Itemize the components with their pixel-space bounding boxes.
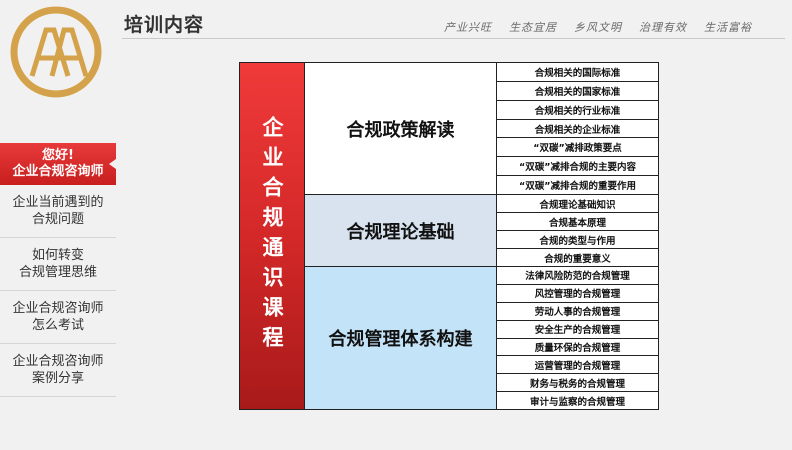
nav-item-ecology[interactable]: 生态宜居 (509, 19, 557, 35)
sidebar-item-exam[interactable]: 企业合规咨询师 怎么考试 (0, 291, 116, 344)
list-item: 风控管理的合规管理 (497, 284, 658, 303)
list-item: 财务与税务的合规管理 (497, 374, 658, 393)
list-item: 合规相关的国家标准 (497, 81, 658, 101)
sidebar-item-label: 合规管理思维 (18, 265, 97, 280)
course-title-cell: 企业合规通识课程 (240, 63, 305, 409)
top-nav: 产业兴旺 生态宜居 乡风文明 治理有效 生活富裕 (444, 19, 752, 35)
sidebar-item-label: 合规问题 (31, 212, 84, 227)
list-item: “双碳”减排合规的重要作用 (497, 176, 658, 195)
greeting-line1: 您好! (42, 148, 74, 163)
list-item: “双碳”减排政策要点 (497, 138, 658, 158)
nav-item-civility[interactable]: 乡风文明 (574, 19, 622, 35)
list-item: 合规相关的国际标准 (497, 63, 658, 82)
nav-item-governance[interactable]: 治理有效 (639, 19, 687, 35)
course-groups: 合规政策解读 合规相关的国际标准 合规相关的国家标准 合规相关的行业标准 合规相… (305, 63, 658, 409)
sidebar-item-label: 案例分享 (31, 371, 84, 386)
list-item: 审计与监察的合规管理 (497, 392, 658, 409)
sidebar-item-problems[interactable]: 企业当前遇到的 合规问题 (0, 185, 116, 238)
group-theory: 合规理论基础 合规理论基础知识 合规基本原理 合规的类型与作用 合规的重要意义 (305, 195, 658, 267)
group-title: 合规管理体系构建 (305, 267, 497, 409)
sidebar-item-cases[interactable]: 企业合规咨询师 案例分享 (0, 344, 116, 397)
list-item: 安全生产的合规管理 (497, 320, 658, 339)
header-divider (122, 38, 785, 39)
sidebar-item-label: 如何转变 (31, 248, 84, 263)
group-title: 合规理论基础 (305, 195, 497, 266)
sidebar: 您好! 企业合规咨询师 企业当前遇到的 合规问题 如何转变 合规管理思维 企业合… (0, 143, 116, 397)
list-item: 合规相关的行业标准 (497, 100, 658, 120)
group-items: 合规理论基础知识 合规基本原理 合规的类型与作用 合规的重要意义 (497, 195, 658, 266)
list-item: 劳动人事的合规管理 (497, 302, 658, 321)
sidebar-item-mindset[interactable]: 如何转变 合规管理思维 (0, 238, 116, 291)
course-table: 企业合规通识课程 合规政策解读 合规相关的国际标准 合规相关的国家标准 合规相关… (239, 62, 659, 410)
sidebar-item-label: 怎么考试 (31, 318, 84, 333)
sidebar-item-label: 企业合规咨询师 (12, 301, 104, 316)
list-item: 法律风险防范的合规管理 (497, 267, 658, 285)
page-title: 培训内容 (124, 14, 205, 36)
list-item: 合规相关的企业标准 (497, 119, 658, 139)
group-items: 合规相关的国际标准 合规相关的国家标准 合规相关的行业标准 合规相关的企业标准 … (497, 63, 658, 195)
list-item: 质量环保的合规管理 (497, 338, 658, 357)
greeting-line2: 企业合规咨询师 (12, 164, 104, 179)
nav-item-industry[interactable]: 产业兴旺 (444, 19, 492, 35)
list-item: “双碳”减排合规的主要内容 (497, 157, 658, 177)
group-items: 法律风险防范的合规管理 风控管理的合规管理 劳动人事的合规管理 安全生产的合规管… (497, 267, 658, 409)
list-item: 运营管理的合规管理 (497, 356, 658, 375)
course-title: 企业合规通识课程 (260, 116, 284, 356)
aa-logo-icon (10, 6, 102, 98)
list-item: 合规理论基础知识 (497, 195, 658, 213)
list-item: 合规的重要意义 (497, 249, 658, 266)
group-system: 合规管理体系构建 法律风险防范的合规管理 风控管理的合规管理 劳动人事的合规管理… (305, 267, 658, 409)
sidebar-item-label: 企业当前遇到的 (12, 195, 104, 210)
sidebar-item-label: 企业合规咨询师 (12, 354, 104, 369)
group-title: 合规政策解读 (305, 63, 497, 194)
sidebar-item-greeting[interactable]: 您好! 企业合规咨询师 (0, 143, 116, 185)
group-policy: 合规政策解读 合规相关的国际标准 合规相关的国家标准 合规相关的行业标准 合规相… (305, 63, 658, 195)
list-item: 合规基本原理 (497, 213, 658, 231)
list-item: 合规的类型与作用 (497, 231, 658, 249)
nav-item-prosperity[interactable]: 生活富裕 (704, 19, 752, 35)
